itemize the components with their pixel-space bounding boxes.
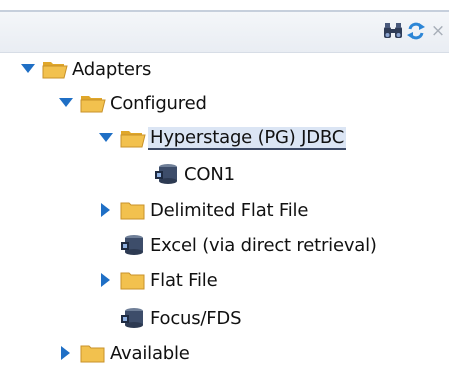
tree-node-adapters[interactable]: Adapters: [20, 53, 151, 85]
connection-icon: [154, 163, 180, 185]
tree-node-con1[interactable]: CON1: [154, 158, 235, 190]
collapsed-arrow-icon[interactable]: [58, 345, 74, 361]
folder-icon: [80, 342, 106, 364]
folder-icon: [120, 199, 146, 221]
tree-node-label: Focus/FDS: [150, 307, 242, 329]
tree-node-hyperstage-pg-jdbc[interactable]: Hyperstage (PG) JDBC: [98, 122, 347, 154]
tree-node-flat-file[interactable]: Flat File: [98, 264, 218, 296]
tree-node-label-selected: Hyperstage (PG) JDBC: [148, 126, 347, 150]
tree-node-label: CON1: [184, 163, 235, 185]
folder-open-icon: [42, 58, 68, 80]
adapter-tree: Adapters Configured Hyperstage (PG) JDBC: [0, 0, 449, 366]
adapter-icon: [120, 307, 146, 329]
expanded-arrow-icon[interactable]: [58, 95, 74, 111]
tree-node-label: Excel (via direct retrieval): [150, 234, 377, 256]
tree-node-available[interactable]: Available: [58, 337, 190, 369]
adapter-icon: [120, 234, 146, 256]
folder-icon: [120, 269, 146, 291]
expanded-arrow-icon[interactable]: [20, 61, 36, 77]
tree-node-label: Adapters: [72, 58, 152, 80]
tree-node-label: Available: [110, 342, 190, 364]
tree-node-delimited-flat-file[interactable]: Delimited Flat File: [98, 194, 308, 226]
folder-open-icon: [80, 92, 106, 114]
tree-node-focus-fds[interactable]: Focus/FDS: [120, 302, 242, 334]
tree-node-label: Delimited Flat File: [150, 199, 309, 221]
tree-node-excel[interactable]: Excel (via direct retrieval): [120, 229, 377, 261]
expanded-arrow-icon[interactable]: [98, 130, 114, 146]
collapsed-arrow-icon[interactable]: [98, 272, 114, 288]
tree-node-label: Flat File: [150, 269, 218, 291]
collapsed-arrow-icon[interactable]: [98, 202, 114, 218]
tree-node-label: Configured: [110, 92, 207, 114]
tree-node-configured[interactable]: Configured: [58, 87, 207, 119]
folder-open-icon: [120, 127, 146, 149]
